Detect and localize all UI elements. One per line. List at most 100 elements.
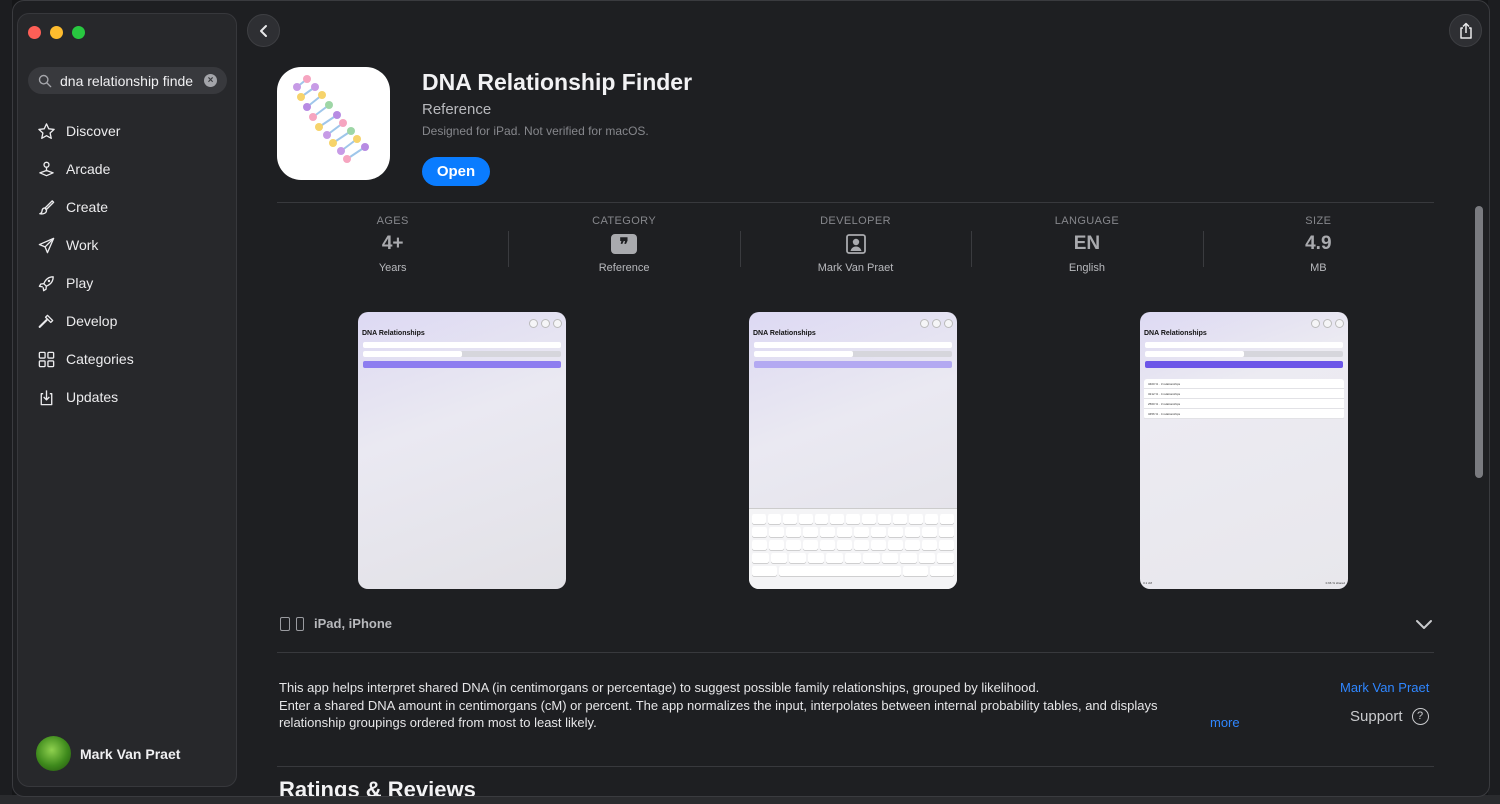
screenshot-segment	[1145, 351, 1343, 357]
screenshot-find-button	[754, 361, 952, 368]
chevron-left-icon	[259, 24, 267, 37]
screenshot-footer: 3.1 cM 0.66 % shared	[1143, 581, 1345, 585]
sidebar-item-create[interactable]: Create	[26, 188, 230, 226]
compatibility-note: Designed for iPad. Not verified for macO…	[422, 124, 649, 138]
ratings-divider	[277, 766, 1434, 767]
sidebar-item-label: Updates	[66, 389, 119, 405]
stat-label: LANGUAGE	[1054, 215, 1120, 227]
screenshot-1[interactable]: DNA Relationships	[358, 312, 566, 589]
screenshot-result-row: 2560 % · 3 relationships	[1144, 399, 1344, 409]
screenshot-result-row: 3212 % · 4 relationships	[1144, 389, 1344, 399]
sidebar-item-play[interactable]: Play	[26, 264, 230, 302]
devices-label: iPad, iPhone	[314, 616, 393, 631]
screenshot-toolbar	[920, 319, 953, 328]
account-button[interactable]: Mark Van Praet	[36, 736, 180, 771]
joystick-icon	[36, 159, 56, 179]
stat-value-wrap: ❞	[611, 232, 638, 256]
paperplane-icon	[36, 235, 56, 255]
sidebar-item-label: Develop	[66, 313, 118, 329]
grid-icon	[36, 349, 56, 369]
more-link[interactable]: more	[1210, 715, 1240, 730]
sidebar-item-label: Play	[66, 275, 94, 291]
stat-label: CATEGORY	[592, 215, 657, 227]
search-field[interactable]: dna relationship finde ×	[28, 67, 227, 94]
user-name: Mark Van Praet	[80, 745, 181, 762]
clear-search-icon[interactable]: ×	[204, 74, 217, 87]
avatar	[36, 736, 71, 771]
sidebar-item-label: Arcade	[66, 161, 111, 177]
stat-sub: Years	[378, 262, 407, 274]
support-label: Support	[1350, 708, 1403, 725]
screenshot-toolbar	[1311, 319, 1344, 328]
sidebar-item-updates[interactable]: Updates	[26, 378, 230, 416]
share-icon	[1459, 22, 1472, 39]
share-button[interactable]	[1449, 14, 1482, 47]
info-stats: AGES 4+ Years CATEGORY ❞ Reference DEVEL…	[277, 215, 1434, 285]
app-icon	[277, 67, 390, 180]
screenshot-segment	[363, 351, 561, 357]
desktop-background-left	[0, 0, 12, 804]
person-square-icon	[845, 234, 866, 254]
dna-helix-icon	[293, 75, 369, 163]
sidebar-item-arcade[interactable]: Arcade	[26, 150, 230, 188]
screenshot-find-button	[363, 361, 561, 368]
app-store-window: dna relationship finde × Discover Arcade…	[12, 0, 1490, 797]
app-description: This app helps interpret shared DNA (in …	[279, 679, 1219, 732]
support-link[interactable]: Support ?	[1350, 708, 1429, 725]
ipad-icon	[280, 616, 290, 631]
sidebar-item-categories[interactable]: Categories	[26, 340, 230, 378]
section-divider	[277, 652, 1434, 653]
close-window-button[interactable]	[28, 26, 41, 39]
minimize-window-button[interactable]	[50, 26, 63, 39]
stat-value-wrap	[845, 232, 866, 256]
stat-value: EN	[1073, 233, 1101, 254]
ratings-heading: Ratings & Reviews	[279, 777, 476, 797]
quote-icon: ❞	[611, 234, 638, 254]
sidebar-nav: Discover Arcade Create Work Play Develop	[26, 112, 230, 416]
stat-sub: English	[1068, 262, 1105, 274]
zoom-window-button[interactable]	[72, 26, 85, 39]
open-button[interactable]: Open	[422, 157, 490, 186]
sidebar-item-label: Create	[66, 199, 109, 215]
screenshot-2[interactable]: DNA Relationships	[749, 312, 957, 589]
stat-value: 4.9	[1305, 233, 1332, 254]
screenshot-title: DNA Relationships	[753, 330, 816, 337]
sidebar-item-develop[interactable]: Develop	[26, 302, 230, 340]
brush-icon	[36, 197, 56, 217]
screenshot-input	[754, 342, 952, 348]
screenshot-find-button	[1145, 361, 1343, 368]
supported-devices: iPad, iPhone	[280, 616, 392, 631]
sidebar-item-discover[interactable]: Discover	[26, 112, 230, 150]
screenshot-3[interactable]: DNA Relationships 3400 % · 3 relationshi…	[1140, 312, 1348, 589]
stat-label: SIZE	[1305, 215, 1332, 227]
stat-ages: AGES 4+ Years	[277, 215, 508, 285]
sidebar-item-label: Work	[66, 237, 99, 253]
sidebar: dna relationship finde × Discover Arcade…	[17, 13, 237, 787]
app-category[interactable]: Reference	[422, 101, 491, 118]
screenshot-input	[1145, 342, 1343, 348]
stat-developer[interactable]: DEVELOPER Mark Van Praet	[739, 215, 971, 285]
screenshot-toolbar	[529, 319, 562, 328]
stat-sub: Mark Van Praet	[817, 262, 894, 274]
question-circle-icon: ?	[1411, 708, 1429, 725]
screenshot-title: DNA Relationships	[1144, 330, 1207, 337]
screenshot-title: DNA Relationships	[362, 330, 425, 337]
stat-category[interactable]: CATEGORY ❞ Reference	[508, 215, 739, 285]
search-input[interactable]: dna relationship finde	[60, 73, 196, 89]
back-button[interactable]	[247, 14, 280, 47]
chevron-down-icon[interactable]	[1413, 615, 1435, 635]
stat-size: SIZE 4.9 MB	[1202, 215, 1434, 285]
screenshot-segment	[754, 351, 952, 357]
screenshot-input	[363, 342, 561, 348]
search-icon	[38, 74, 52, 87]
sidebar-item-work[interactable]: Work	[26, 226, 230, 264]
developer-link[interactable]: Mark Van Praet	[1340, 680, 1429, 695]
window-controls	[28, 26, 85, 39]
screenshot-results: 3400 % · 3 relationships 3212 % · 4 rela…	[1144, 379, 1344, 419]
description-line-1: This app helps interpret shared DNA (in …	[279, 680, 1040, 695]
screenshot-result-row: 3456 % · 4 relationships	[1144, 409, 1344, 419]
header-divider	[277, 202, 1434, 203]
sidebar-item-label: Discover	[66, 123, 121, 139]
scrollbar-thumb[interactable]	[1475, 206, 1483, 478]
stat-label: AGES	[376, 215, 409, 227]
